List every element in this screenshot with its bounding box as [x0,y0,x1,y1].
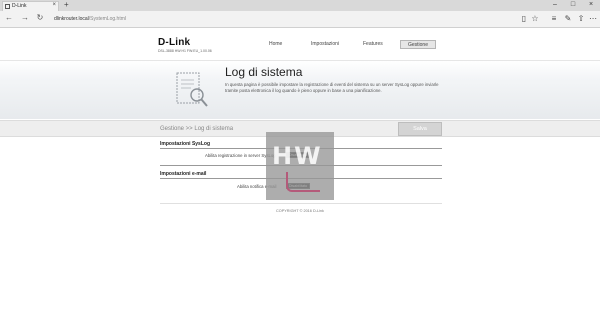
refresh-button[interactable]: ↻ [35,13,45,22]
router-page: D-Link DSL-3888 HW:H1 FW:EU_1.00.06 Home… [0,29,600,331]
window-minimize-button[interactable]: – [546,0,564,11]
menu-impostazioni[interactable]: Impostazioni [307,40,343,49]
syslog-section-title: Impostazioni SysLog [160,141,211,147]
dlink-logo[interactable]: D-Link [158,37,190,48]
url-host: dlinkrouter.local [54,16,89,22]
menu-home[interactable]: Home [265,40,286,49]
email-section-title: Impostazioni e-mail [160,171,207,177]
hub-icon[interactable]: ≡ [549,14,559,23]
url-input[interactable]: dlinkrouter.local/SystemLog.html [54,16,126,22]
window-close-button[interactable]: × [582,0,600,11]
watermark-overlay: HW [266,132,334,200]
new-tab-button[interactable]: + [64,0,69,9]
tab-close-icon[interactable]: × [52,2,56,8]
more-icon[interactable]: ⋯ [588,14,598,23]
tab-title: D-Link [12,3,27,9]
favicon-icon [5,4,10,9]
favorite-star-icon[interactable]: ☆ [530,14,540,23]
reading-view-icon[interactable]: ▯ [519,14,529,23]
page-header: D-Link DSL-3888 HW:H1 FW:EU_1.00.06 Home… [158,36,440,56]
watermark-text: HW [272,142,323,170]
browser-tab[interactable]: D-Link × [2,1,59,11]
window-maximize-button[interactable]: □ [564,0,582,11]
menu-features[interactable]: Features [359,40,387,49]
address-bar: ← → ↻ dlinkrouter.local/SystemLog.html ▯… [0,11,600,28]
copyright-text: COPYRIGHT © 2016 D-Link [276,209,324,213]
device-info: DSL-3888 HW:H1 FW:EU_1.00.06 [158,49,212,53]
page-description: In questa pagina è possibile impostare l… [225,82,439,93]
menu-gestione[interactable]: Gestione [400,40,436,49]
forward-button[interactable]: → [20,13,30,22]
document-search-icon [176,72,208,107]
watermark-mark [286,172,320,192]
web-note-icon[interactable]: ✎ [563,14,573,23]
save-button[interactable]: Salva [398,122,442,136]
tab-bar: D-Link × + – □ × [0,0,600,11]
url-path: /SystemLog.html [88,16,126,22]
breadcrumb: Gestione >> Log di sistema [160,126,234,132]
page-title: Log di sistema [225,65,303,79]
divider [160,203,442,204]
share-icon[interactable]: ⇧ [576,14,586,23]
back-button[interactable]: ← [4,13,14,22]
